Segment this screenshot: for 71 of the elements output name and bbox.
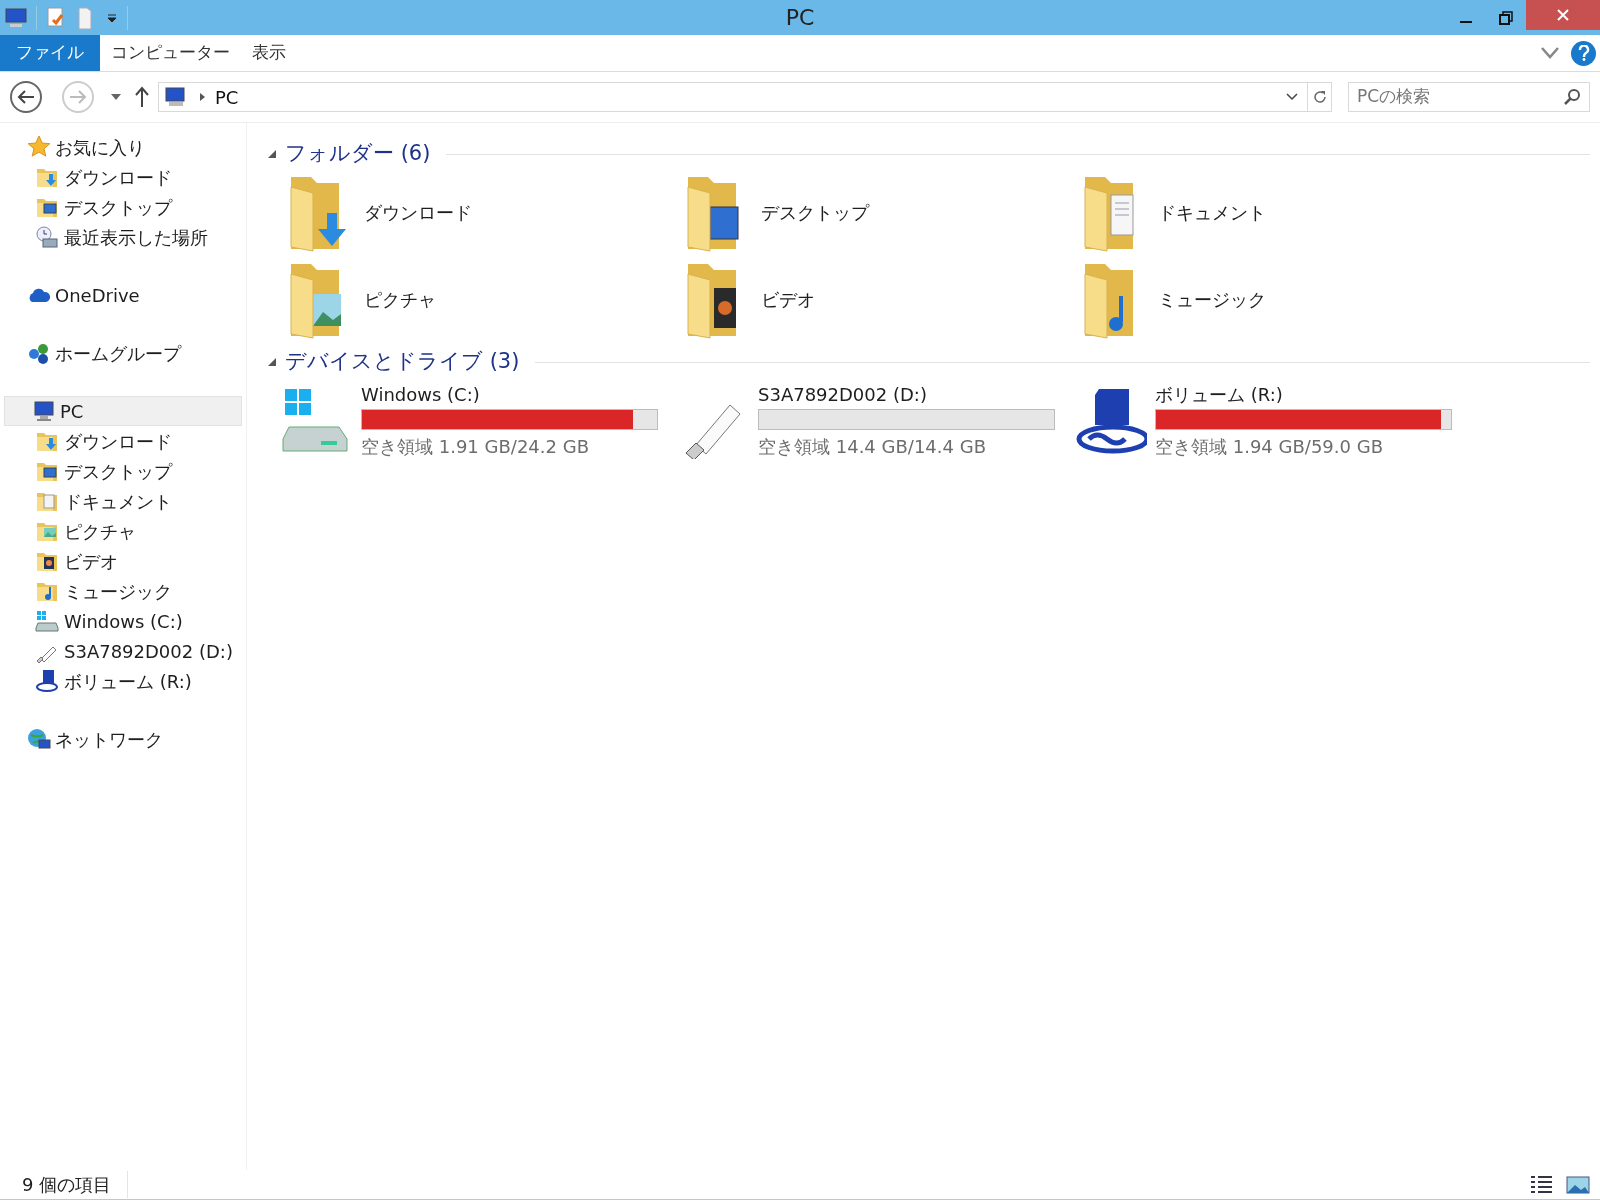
- large-icons-view-button[interactable]: [1566, 1174, 1590, 1195]
- expand-ribbon-button[interactable]: [1541, 47, 1559, 59]
- sidebar-item[interactable]: ボリューム (R:): [0, 666, 246, 696]
- search-field[interactable]: PCの検索: [1357, 84, 1563, 110]
- sidebar-item[interactable]: Windows (C:): [0, 606, 246, 636]
- details-view-button[interactable]: [1530, 1173, 1554, 1196]
- restore-icon: [1499, 10, 1513, 25]
- address-bar[interactable]: PC: [158, 82, 1332, 112]
- chevron-down-icon: [1285, 92, 1299, 102]
- window-title: PC: [785, 4, 815, 32]
- sidebar-item[interactable]: ピクチャ: [0, 516, 246, 546]
- help-button[interactable]: [1571, 40, 1596, 66]
- drive-name: S3A7892D002 (D:): [758, 383, 928, 407]
- sd-card-icon: [35, 669, 59, 693]
- sidebar-item[interactable]: 最近表示した場所: [0, 222, 246, 252]
- refresh-icon: [1312, 90, 1327, 104]
- sidebar-item[interactable]: ビデオ: [0, 546, 246, 576]
- ribbon-tab[interactable]: 表示: [241, 35, 297, 71]
- sidebar-item[interactable]: ネットワーク: [0, 724, 246, 754]
- ribbon-tab[interactable]: コンピューター: [100, 35, 241, 71]
- sidebar-item[interactable]: ダウンロード: [0, 426, 246, 456]
- free-space-text: 空き領域 1.91 GB/24.2 GB: [361, 435, 590, 459]
- sidebar-item[interactable]: デスクトップ: [0, 456, 246, 486]
- computer-icon: [32, 399, 56, 423]
- search-icon: [1563, 88, 1581, 106]
- drive-tile[interactable]: Windows (C:) 空き領域 1.91 GB/24.2 GB: [281, 383, 678, 460]
- folder-tile[interactable]: ピクチャ: [285, 256, 682, 343]
- computer-icon: [4, 6, 28, 29]
- sidebar-item[interactable]: OneDrive: [0, 280, 246, 310]
- sidebar-item[interactable]: S3A7892D002 (D:): [0, 636, 246, 666]
- sidebar-item[interactable]: ドキュメント: [0, 486, 246, 516]
- help-icon: [1577, 45, 1590, 61]
- close-button[interactable]: [1526, 0, 1600, 30]
- sidebar-item[interactable]: ホームグループ: [0, 338, 246, 368]
- drive-tile[interactable]: ボリューム (R:) 空き領域 1.94 GB/59.0 GB: [1075, 383, 1472, 460]
- back-arrow-icon: [17, 90, 35, 104]
- sidebar-item[interactable]: PC: [4, 396, 242, 426]
- search-box[interactable]: PCの検索: [1348, 82, 1590, 112]
- globe-computer-icon: [27, 727, 51, 751]
- free-space-text: 空き領域 14.4 GB/14.4 GB: [758, 435, 987, 459]
- close-icon: [1556, 8, 1570, 22]
- address-path: PC: [215, 85, 239, 110]
- drive-name: Windows (C:): [361, 383, 481, 407]
- folder-tile[interactable]: ダウンロード: [285, 169, 682, 256]
- sidebar-item[interactable]: ダウンロード: [0, 162, 246, 192]
- folder-tile[interactable]: ビデオ: [682, 256, 1079, 343]
- clock-computer-icon: [35, 225, 59, 249]
- folder-tile[interactable]: デスクトップ: [682, 169, 1079, 256]
- collapse-icon: [267, 357, 277, 367]
- sidebar-item[interactable]: ミュージック: [0, 576, 246, 606]
- homegroup-icon: [27, 341, 51, 365]
- sidebar-item[interactable]: お気に入り: [0, 132, 246, 162]
- folder-tile[interactable]: ドキュメント: [1079, 169, 1476, 256]
- item-count: 9 個の項目: [22, 1171, 129, 1198]
- collapse-icon: [267, 149, 277, 159]
- minimize-icon: [1460, 20, 1472, 23]
- folder-tile[interactable]: ミュージック: [1079, 256, 1476, 343]
- back-button[interactable]: [10, 81, 42, 113]
- chevron-right-icon: [197, 92, 207, 102]
- star-icon: [27, 135, 51, 159]
- drive-name: ボリューム (R:): [1155, 383, 1284, 407]
- group-heading: フォルダー (6): [285, 140, 431, 168]
- drive-tile[interactable]: S3A7892D002 (D:) 空き領域 14.4 GB/14.4 GB: [678, 383, 1075, 460]
- drive-icon: [35, 609, 59, 633]
- up-button[interactable]: [134, 86, 150, 108]
- group-heading: デバイスとドライブ (3): [285, 348, 520, 376]
- forward-arrow-icon: [69, 90, 87, 104]
- free-space-text: 空き領域 1.94 GB/59.0 GB: [1155, 435, 1384, 459]
- sidebar-item[interactable]: デスクトップ: [0, 192, 246, 222]
- recent-locations-button[interactable]: [110, 93, 122, 101]
- ribbon-tab[interactable]: ファイル: [0, 35, 100, 71]
